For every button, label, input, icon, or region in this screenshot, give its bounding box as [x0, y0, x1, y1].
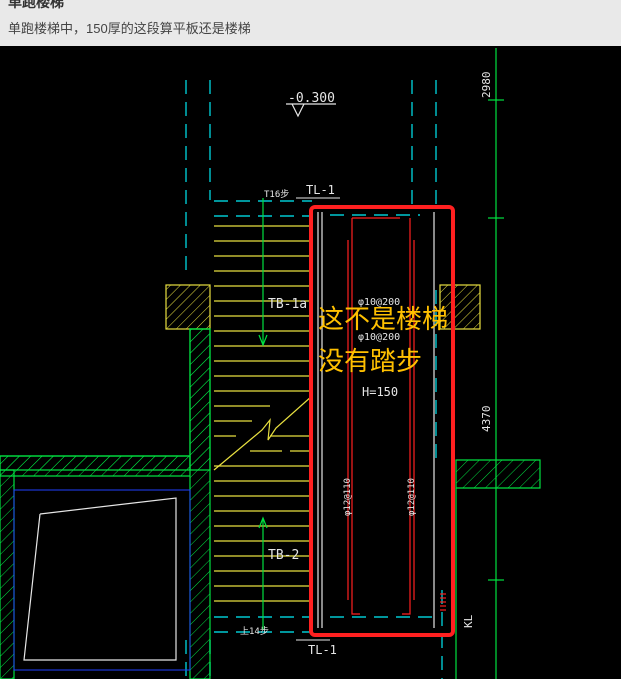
annotation-line-2: 没有踏步: [318, 347, 422, 377]
rebar-right-label: φ12@110: [407, 478, 417, 516]
lower-flight-label: TB-2: [268, 548, 299, 563]
top-step-label: T16步: [264, 189, 289, 200]
dim-mid-label: 4370: [480, 406, 493, 433]
post-header: 单跑楼梯 单跑楼梯中，150厚的这段算平板还是楼梯: [0, 0, 621, 46]
top-beam-label: TL-1: [306, 183, 335, 197]
post-title: 单跑楼梯: [8, 0, 64, 10]
cad-drawing-svg: -0.300 TL-1 T16步 TB-1a TB-2 上14步 TL-1 φ1…: [0, 46, 621, 679]
side-beam-label: KL: [462, 614, 475, 628]
upper-flight-label: TB-1a: [268, 297, 307, 312]
rebar-left-label: φ12@110: [343, 478, 353, 516]
slab-thickness-label: H=150: [362, 385, 398, 399]
annotation-line-1: 这不是楼梯: [318, 305, 448, 335]
bottom-step-label: 上14步: [240, 626, 269, 637]
elevation-label: -0.300: [288, 91, 335, 106]
dim-top-label: 2980: [480, 72, 493, 99]
bottom-beam-label: TL-1: [308, 643, 337, 657]
post-body-text: 单跑楼梯中，150厚的这段算平板还是楼梯: [8, 21, 251, 36]
cad-drawing-image: -0.300 TL-1 T16步 TB-1a TB-2 上14步 TL-1 φ1…: [0, 46, 621, 679]
